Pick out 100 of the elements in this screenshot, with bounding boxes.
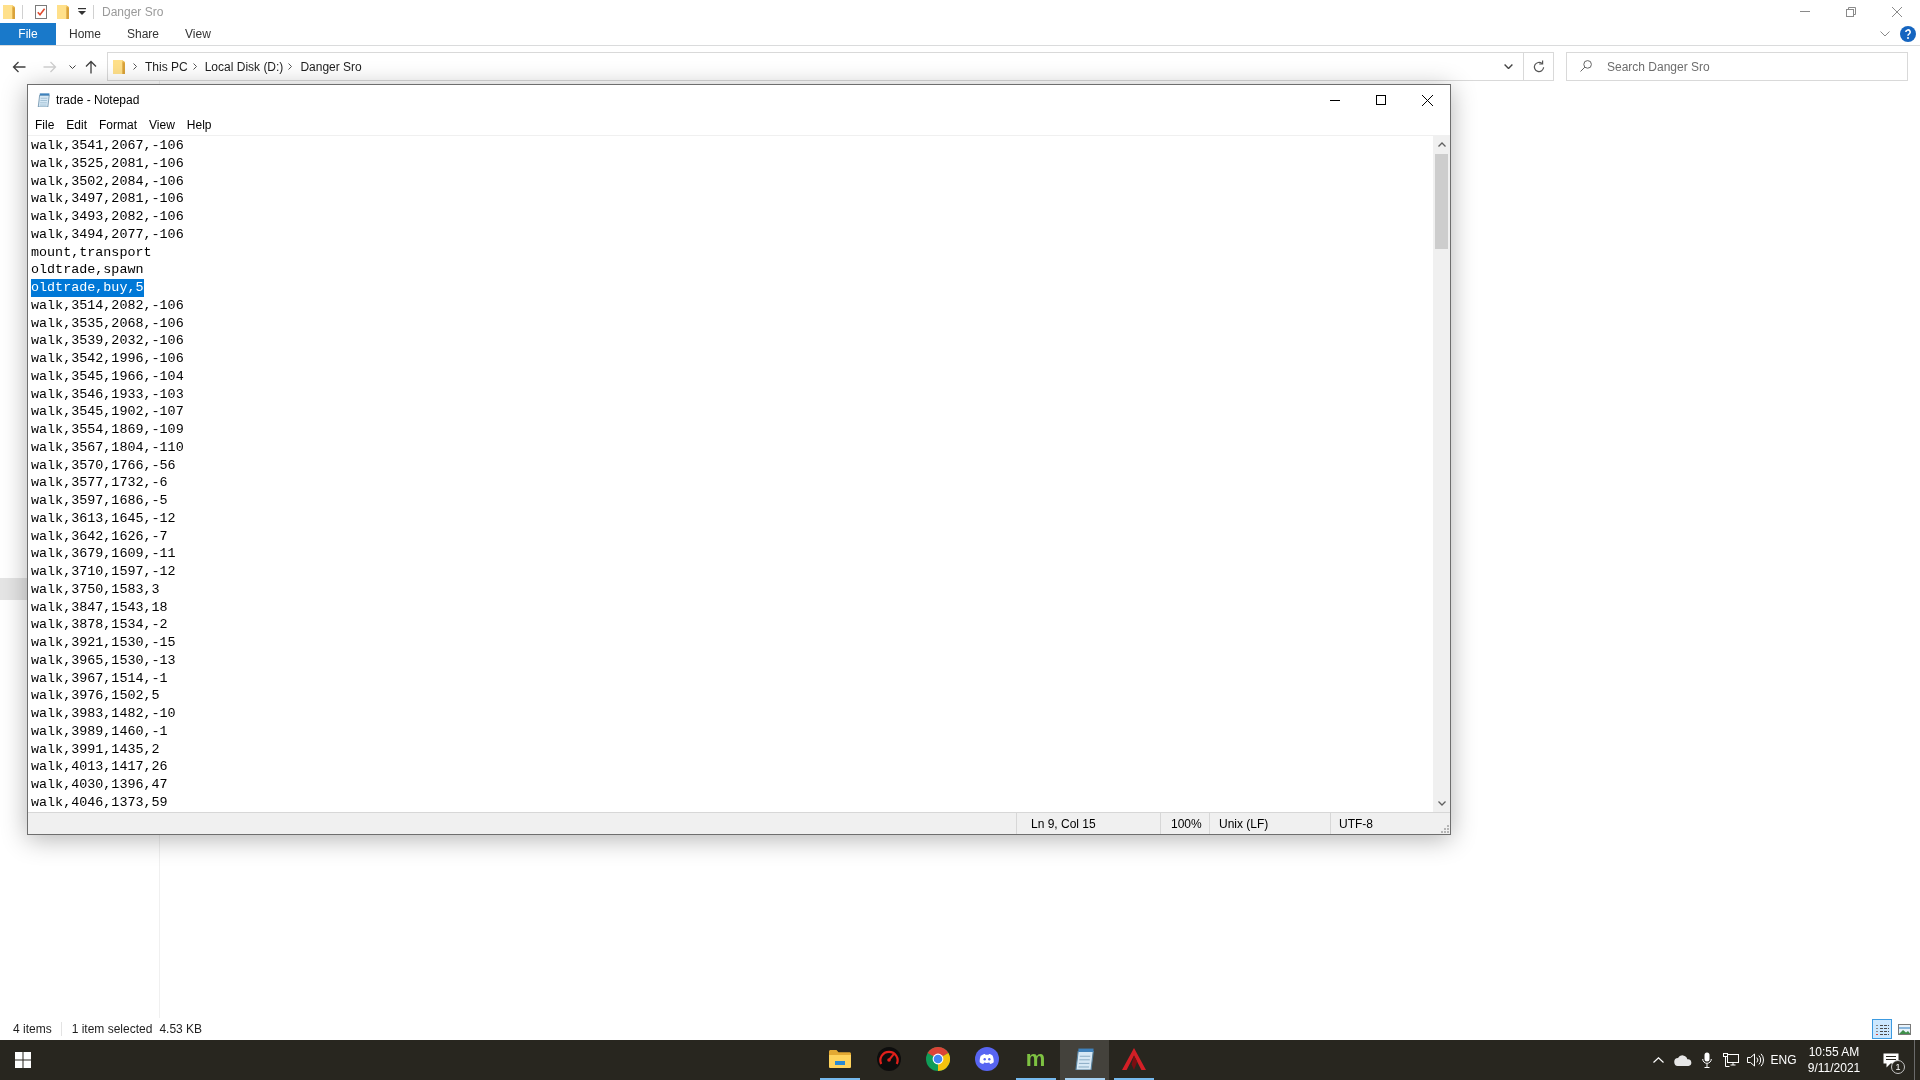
text-line: walk,3535,2068,-106 [31,314,184,333]
segmented-circle-icon [925,1047,950,1071]
chevron-down-icon [1503,64,1513,69]
text-line: walk,3679,1609,-11 [31,545,176,563]
text-line: walk,3546,1933,-103 [31,385,184,404]
text-line: walk,3545,1902,-107 [31,403,184,421]
window-title: Danger Sro [102,3,164,21]
text-line: walk,3497,2081,-106 [31,190,184,208]
text-line: walk,3554,1869,-109 [31,421,184,439]
window-title: trade - Notepad [56,92,140,109]
breadcrumb-item[interactable]: Local Disk (D:) [204,57,284,76]
clock-button[interactable]: 10:55 AM 9/11/2021 [1800,1040,1868,1080]
address-bar[interactable]: This PC Local Disk (D:) Danger Sro [107,52,1554,81]
text-line: walk,3976,1502,5 [31,687,160,705]
text-line: walk,3597,1686,-5 [31,492,168,510]
text-line: walk,3494,2077,-106 [31,225,184,244]
text-line: mount,transport [31,243,152,262]
encoding: UTF-8 [1330,813,1438,834]
details-view-button[interactable] [1872,1019,1892,1039]
controller-icon [974,1047,999,1071]
up-arrow-icon [85,59,97,74]
chevron-up-icon [1437,142,1446,147]
folder-icon [828,1050,851,1068]
text-line: walk,3967,1514,-1 [31,669,168,688]
taskbar-app-button[interactable]: m [1011,1040,1060,1080]
close-icon [1421,94,1433,106]
ribbon-tab[interactable]: Home [56,23,114,45]
chevron-right-icon[interactable] [133,63,137,70]
resize-grip-icon[interactable] [1441,825,1449,833]
selection-info: 1 item selected [71,1021,153,1038]
text-line: walk,3525,2081,-106 [31,154,184,173]
text-line: walk,3642,1626,-7 [31,527,168,546]
text-line: walk,4046,1373,59 [31,793,168,812]
menu-item[interactable]: View [143,115,181,135]
restore-icon [1846,6,1856,17]
text-line: oldtrade,spawn [31,261,144,279]
scrollbar-thumb[interactable] [1435,154,1448,249]
help-icon[interactable] [1900,26,1916,42]
list-icon [1875,1023,1889,1035]
cloud-icon[interactable] [1674,1054,1692,1066]
text-line: walk,3570,1766,-56 [31,456,176,475]
text-line: walk,3921,1530,-15 [31,634,176,652]
text-line: walk,3577,1732,-6 [31,474,168,492]
refresh-icon [1532,60,1545,73]
close-icon [1892,6,1902,17]
ribbon-tab[interactable]: File [0,23,56,45]
zoom-level: 100% [1160,813,1209,834]
maximize-icon [1376,95,1386,105]
text-line: walk,3542,1996,-106 [31,350,184,368]
minimize-icon [1800,11,1810,12]
chevron-down-icon[interactable] [1880,31,1890,37]
text-line: walk,3991,1435,2 [31,740,160,759]
search-field[interactable]: Search Danger Sro [1566,52,1908,81]
text-line: walk,3514,2082,-106 [31,296,184,315]
ribbon-tab[interactable]: Share [114,23,173,45]
minimize-icon [1330,99,1340,101]
chevron-down-icon [68,64,76,69]
vertical-scrollbar[interactable] [1433,136,1450,812]
text-line: walk,3541,2067,-106 [31,137,184,155]
menu-item[interactable]: File [29,115,61,135]
chevron-down-icon [1437,801,1446,806]
notepad-icon [37,93,51,107]
breadcrumb-item[interactable]: This PC [145,57,188,76]
speaker-icon[interactable] [1746,1053,1764,1067]
left-arrow-icon [12,60,26,73]
text-line: walk,3878,1534,-2 [31,616,168,634]
menu-item[interactable]: Edit [60,115,94,135]
line-ending: Unix (LF) [1209,813,1330,834]
landscape-picture-icon [1897,1023,1911,1035]
gauge-icon [876,1047,901,1071]
cursor-position: Ln 9, Col 15 [1016,813,1160,834]
windows-logo-icon [15,1052,31,1068]
text-line: walk,3983,1482,-10 [31,705,176,723]
menu-item[interactable]: Format [93,115,144,135]
chevron-right-icon[interactable] [192,63,197,70]
microphone-icon[interactable] [1702,1052,1712,1068]
language-button[interactable]: ENG [1767,1040,1800,1080]
text-line: walk,4013,1417,26 [31,758,168,776]
text-line: walk,3539,2032,-106 [31,332,184,350]
menu-item[interactable]: Help [180,115,218,135]
checklist-icon[interactable] [35,4,47,19]
chevron-right-icon[interactable] [288,63,293,70]
text-line: walk,3847,1543,18 [31,598,168,617]
text-line: walk,3710,1597,-12 [31,563,176,581]
text-line: walk,3567,1804,-110 [31,438,184,457]
monitor-icon[interactable] [1723,1053,1739,1067]
text-line: walk,3750,1583,3 [31,580,160,599]
breadcrumb-item[interactable]: Danger Sro [300,57,362,76]
search-icon [1580,60,1592,72]
text-line: walk,3613,1645,-12 [31,509,176,528]
taskbar-app-button[interactable] [1060,1040,1109,1080]
ribbon-tab[interactable]: View [172,23,224,45]
right-arrow-icon [43,60,57,73]
selection-size: 4.53 KB [159,1021,203,1038]
caret-down-icon[interactable] [78,8,86,15]
text-line: walk,3493,2082,-106 [31,208,184,226]
triangle-icon [1121,1048,1146,1070]
chevron-up-icon[interactable] [1652,1057,1664,1063]
folder-icon [113,59,125,74]
text-line: walk,3989,1460,-1 [31,722,168,741]
